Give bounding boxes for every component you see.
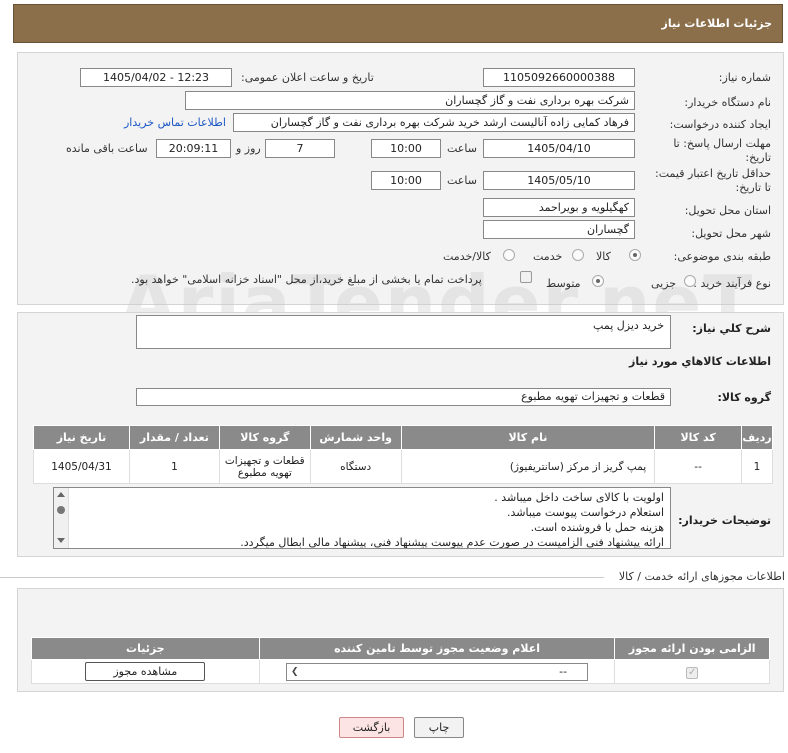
category-option-service: خدمت: [533, 250, 563, 263]
buyer-org-field[interactable]: شرکت بهره برداری نفت و گاز گچساران: [185, 91, 635, 110]
cell-license-details: مشاهده مجوز: [31, 659, 260, 684]
summary-field[interactable]: خرید دیزل پمپ: [136, 315, 671, 349]
buyer-notes-field[interactable]: اولویت با کالای ساخت داخل میباشد . استعل…: [53, 487, 671, 549]
city-label: شهر محل تحویل:: [691, 227, 771, 240]
goods-group-label: گروه کالا:: [717, 391, 771, 404]
note-line: هزینه حمل با فروشنده است.: [530, 521, 664, 534]
days-remaining-field[interactable]: 7: [265, 139, 335, 158]
table-row[interactable]: 1 -- پمپ گریز از مرکز (سانتریفیوژ) دستگا…: [33, 449, 773, 484]
col-license-status: اعلام وضعیت مجوز توسط تامین کننده: [258, 637, 616, 660]
goods-table-header: ردیف کد کالا نام کالا واحد شمارش گروه کا…: [33, 425, 773, 450]
validity-time-label: ساعت: [447, 174, 477, 187]
category-radio-goods-service[interactable]: [503, 249, 515, 261]
remaining-label: ساعت باقی مانده: [66, 142, 148, 155]
creator-label: ایجاد کننده درخواست:: [669, 118, 771, 131]
process-radio-medium[interactable]: [592, 275, 604, 287]
category-option-goods-service: کالا/خدمت: [443, 250, 491, 263]
scroll-up-icon[interactable]: [57, 492, 65, 497]
category-radio-service[interactable]: [572, 249, 584, 261]
goods-section-title: اطلاعات کالاهاي مورد نياز: [629, 355, 771, 368]
category-radio-goods[interactable]: [629, 249, 641, 261]
deadline-label-2: تاریخ:: [745, 151, 771, 164]
treasury-payment-checkbox[interactable]: [520, 271, 532, 283]
cell-license-required: ✓: [614, 659, 770, 684]
page-title: جزئیات اطلاعات نیاز: [661, 17, 773, 30]
scroll-thumb-icon[interactable]: [57, 506, 65, 514]
summary-text: خرید دیزل پمپ: [593, 319, 664, 332]
process-radio-minor[interactable]: [684, 275, 696, 287]
page-header: جزئیات اطلاعات نیاز: [13, 4, 783, 43]
licenses-section-title: اطلاعات مجوزهای ارائه خدمت / کالا: [618, 570, 785, 583]
process-option-medium: متوسط: [546, 277, 581, 290]
deadline-time-field[interactable]: 10:00: [371, 139, 441, 158]
cell-row: 1: [741, 449, 773, 484]
col-group: گروه کالا: [218, 425, 311, 450]
cell-unit: دستگاه: [309, 449, 402, 484]
province-field[interactable]: کهگیلویه و بویراحمد: [483, 198, 635, 217]
col-unit: واحد شمارش: [309, 425, 402, 450]
remaining-time-field[interactable]: 20:09:11: [156, 139, 231, 158]
col-code: کد کالا: [654, 425, 743, 450]
goods-group-field[interactable]: قطعات و تجهیزات تهویه مطبوع: [136, 388, 671, 406]
process-label: نوع فرآیند خرید :: [693, 277, 771, 290]
back-button[interactable]: بازگشت: [339, 717, 404, 738]
process-option-minor: جزیی: [651, 277, 677, 290]
table-row: ✓ -- ❯ مشاهده مجوز: [31, 659, 770, 684]
goods-table: ردیف کد کالا نام کالا واحد شمارش گروه کا…: [33, 425, 773, 484]
chevron-down-icon[interactable]: ❯: [291, 664, 299, 680]
col-license-details: جزئیات: [31, 637, 260, 660]
summary-label: شرح کلي نياز:: [692, 322, 771, 335]
province-label: استان محل تحویل:: [684, 204, 771, 217]
section-divider: [0, 577, 604, 578]
licenses-table-header: الزامی بودن ارائه مجوز اعلام وضعیت مجوز …: [31, 637, 770, 660]
col-date: تاریخ نیاز: [33, 425, 130, 450]
cell-group: قطعات و تجهیزات تهویه مطبوع: [218, 449, 311, 484]
col-name: نام کالا: [400, 425, 656, 450]
license-required-checkbox[interactable]: ✓: [686, 666, 699, 679]
cell-qty: 1: [128, 449, 220, 484]
days-label: روز و: [236, 142, 261, 155]
validity-date-field[interactable]: 1405/05/10: [483, 171, 635, 190]
cell-date: 1405/04/31: [33, 449, 130, 484]
deadline-label-1: مهلت ارسال پاسخ: تا: [673, 137, 771, 150]
col-row: ردیف: [741, 425, 773, 450]
category-option-goods: کالا: [596, 250, 611, 263]
announce-field[interactable]: 1405/04/02 - 12:23: [80, 68, 232, 87]
cell-code: --: [654, 449, 743, 484]
deadline-time-label: ساعت: [447, 142, 477, 155]
scroll-down-icon[interactable]: [57, 538, 65, 543]
cell-name: پمپ گریز از مرکز (سانتریفیوژ): [400, 449, 656, 484]
license-status-value: --: [559, 664, 568, 678]
need-number-field[interactable]: 1105092660000388: [483, 68, 635, 87]
license-status-select[interactable]: -- ❯: [286, 662, 589, 681]
validity-label-1: حداقل تاریخ اعتبار قیمت:: [655, 167, 771, 180]
buyer-org-label: نام دستگاه خریدار:: [684, 96, 771, 109]
category-label: طبقه بندی موضوعی:: [673, 250, 771, 263]
announce-label: تاریخ و ساعت اعلان عمومی:: [241, 71, 374, 84]
note-line: اولویت با کالای ساخت داخل میباشد .: [494, 491, 664, 504]
treasury-payment-note: پرداخت تمام یا بخشی از مبلغ خرید،از محل …: [131, 273, 482, 286]
notes-scrollbar[interactable]: [54, 488, 69, 548]
buyer-contact-link[interactable]: اطلاعات تماس خریدار: [124, 116, 226, 129]
creator-field[interactable]: فرهاد کمایی زاده آنالیست ارشد خرید شرکت …: [233, 113, 635, 132]
col-license-required: الزامی بودن ارائه مجوز: [614, 637, 770, 660]
city-field[interactable]: گچساران: [483, 220, 635, 239]
col-qty: تعداد / مقدار: [128, 425, 220, 450]
licenses-table: الزامی بودن ارائه مجوز اعلام وضعیت مجوز …: [31, 637, 770, 684]
print-button[interactable]: چاپ: [414, 717, 464, 738]
need-number-label: شماره نیاز:: [718, 71, 771, 84]
buyer-notes-label: توضیحات خریدار:: [678, 514, 771, 527]
note-line: ارائه پیشنهاد فنی الزامیست در صورت عدم پ…: [240, 536, 664, 549]
cell-license-status: -- ❯: [258, 659, 616, 684]
deadline-date-field[interactable]: 1405/04/10: [483, 139, 635, 158]
validity-label-2: تا تاریخ:: [735, 181, 771, 194]
note-line: استعلام درخواست پیوست میباشد.: [507, 506, 664, 519]
view-license-button[interactable]: مشاهده مجوز: [85, 662, 206, 681]
validity-time-field[interactable]: 10:00: [371, 171, 441, 190]
